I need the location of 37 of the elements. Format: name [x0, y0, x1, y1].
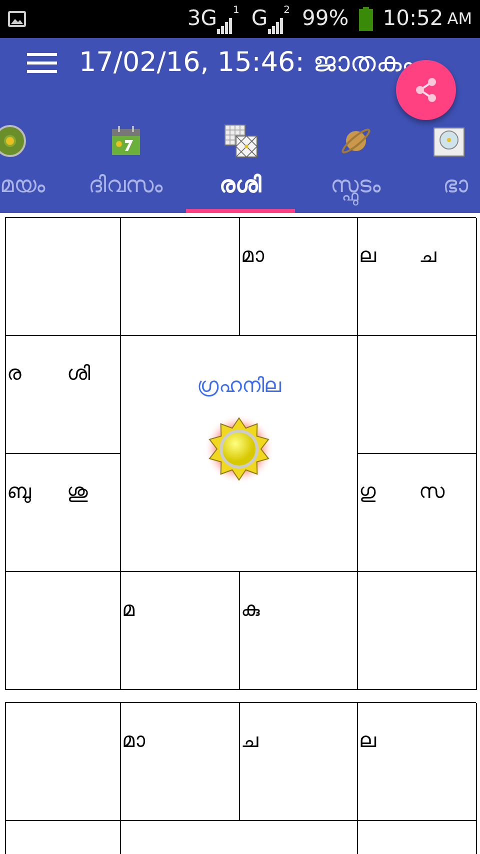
planet-label: ച	[241, 727, 260, 754]
app-title: 17/02/16, 15:46: ജാതകം	[79, 46, 413, 80]
planet-label: മാ	[241, 242, 266, 269]
battery-icon	[358, 7, 373, 31]
planet-label: ഗു	[359, 478, 377, 505]
sim-number: 2	[284, 4, 290, 18]
sun-icon	[204, 414, 274, 484]
network-type: 3G	[187, 5, 217, 32]
clock-ampm: AM	[447, 8, 472, 30]
planet-label: സ	[419, 478, 446, 505]
planet-label: മാ	[122, 727, 146, 754]
signal-icon	[217, 16, 233, 35]
tab[interactable]: രശി	[183, 123, 298, 213]
planet-label: മ	[122, 596, 136, 623]
sim-number: 1	[233, 4, 240, 18]
signal-icon	[268, 16, 284, 35]
share-icon	[413, 77, 439, 103]
planet-label: ര	[7, 360, 22, 387]
planet-label: ബു	[7, 478, 32, 505]
planet-label: ല	[359, 242, 378, 269]
planet-label: ശി	[67, 360, 91, 387]
planet-label: ച	[419, 242, 438, 269]
chart-title: ഗ്രഹനില	[197, 372, 281, 399]
tab[interactable]: സ്ഫുടം	[298, 123, 413, 213]
planet-label: ശു	[67, 478, 89, 505]
tab[interactable]: മയം	[0, 123, 68, 213]
tab[interactable]: ഭാ	[413, 123, 480, 213]
dial-icon	[0, 123, 28, 159]
planet-label: കു	[241, 596, 261, 623]
image-icon	[8, 11, 26, 27]
clock-time: 10:52	[382, 5, 444, 32]
network-type: G	[251, 5, 268, 32]
planet-label: ല	[359, 727, 378, 754]
menu-icon[interactable]	[27, 52, 57, 74]
chart-grid-icon	[222, 123, 258, 159]
tab[interactable]: ദിവസം	[68, 123, 183, 213]
battery-percent: 99%	[302, 5, 349, 32]
